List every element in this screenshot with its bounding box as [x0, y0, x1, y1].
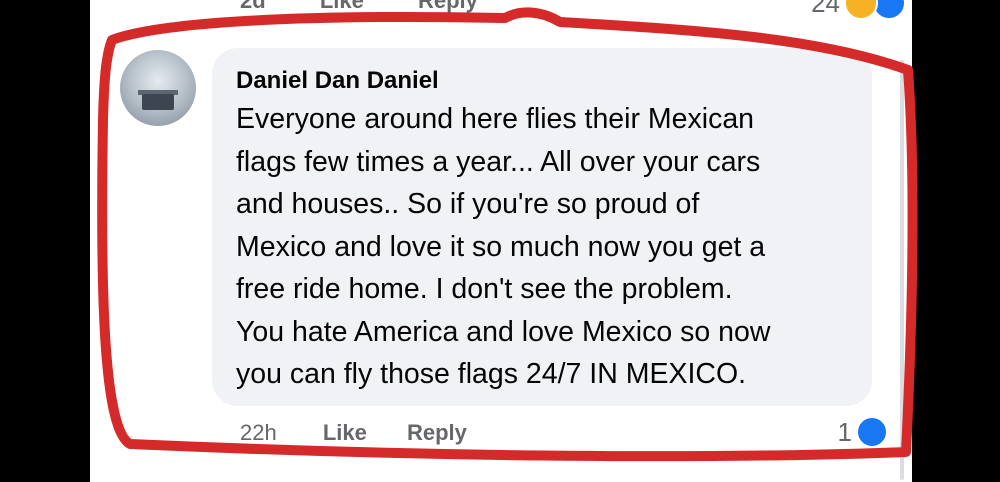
previous-comment-reply-button[interactable]: Reply: [418, 0, 478, 13]
previous-comment-like-button[interactable]: Like: [320, 0, 364, 13]
comment-text: Everyone around here flies their Mexican…: [236, 98, 848, 396]
comment-text-line: and houses.. So if you're so proud of: [236, 188, 700, 220]
previous-comment-reaction-count: 24: [811, 0, 840, 18]
previous-comment-time[interactable]: 2d: [240, 0, 266, 13]
comment-text-line: Mexico and love it so much now you get a: [236, 230, 766, 263]
comment-bubble: Daniel Dan Daniel Everyone around here f…: [212, 48, 872, 406]
comment-text-line: flags few times a year... All over your …: [236, 145, 761, 178]
comment-text-line: Everyone around here flies their Mexican: [236, 103, 755, 135]
avatar-building: [142, 94, 174, 110]
avatar[interactable]: [120, 50, 196, 126]
like-reaction-icon: [856, 416, 888, 448]
comment-timestamp[interactable]: 22h: [240, 420, 277, 446]
comment-reactions[interactable]: 1: [838, 416, 888, 448]
comment-reaction-count: 1: [837, 416, 852, 447]
facebook-comments-view: 2d Like Reply 24 Daniel Dan Daniel Every…: [90, 0, 912, 482]
comment-text-line: free ride home. I don't see the problem.: [236, 273, 733, 305]
comment-author-name[interactable]: Daniel Dan Daniel: [236, 66, 848, 96]
like-button[interactable]: Like: [323, 420, 367, 446]
haha-reaction-icon: [844, 0, 878, 20]
reply-button[interactable]: Reply: [407, 420, 467, 446]
previous-comment-reactions[interactable]: 24: [811, 0, 906, 20]
comment-text-line: You hate America and love Mexico so now: [236, 315, 771, 348]
previous-comment-actions: 2d Like Reply: [240, 0, 526, 14]
scrollbar[interactable]: [900, 60, 904, 480]
comment-text-line: you can fly those flags 24/7 IN MEXICO.: [236, 358, 747, 390]
comment-actions: 22h Like Reply: [240, 420, 501, 446]
screenshot-frame: 2d Like Reply 24 Daniel Dan Daniel Every…: [0, 0, 1000, 482]
